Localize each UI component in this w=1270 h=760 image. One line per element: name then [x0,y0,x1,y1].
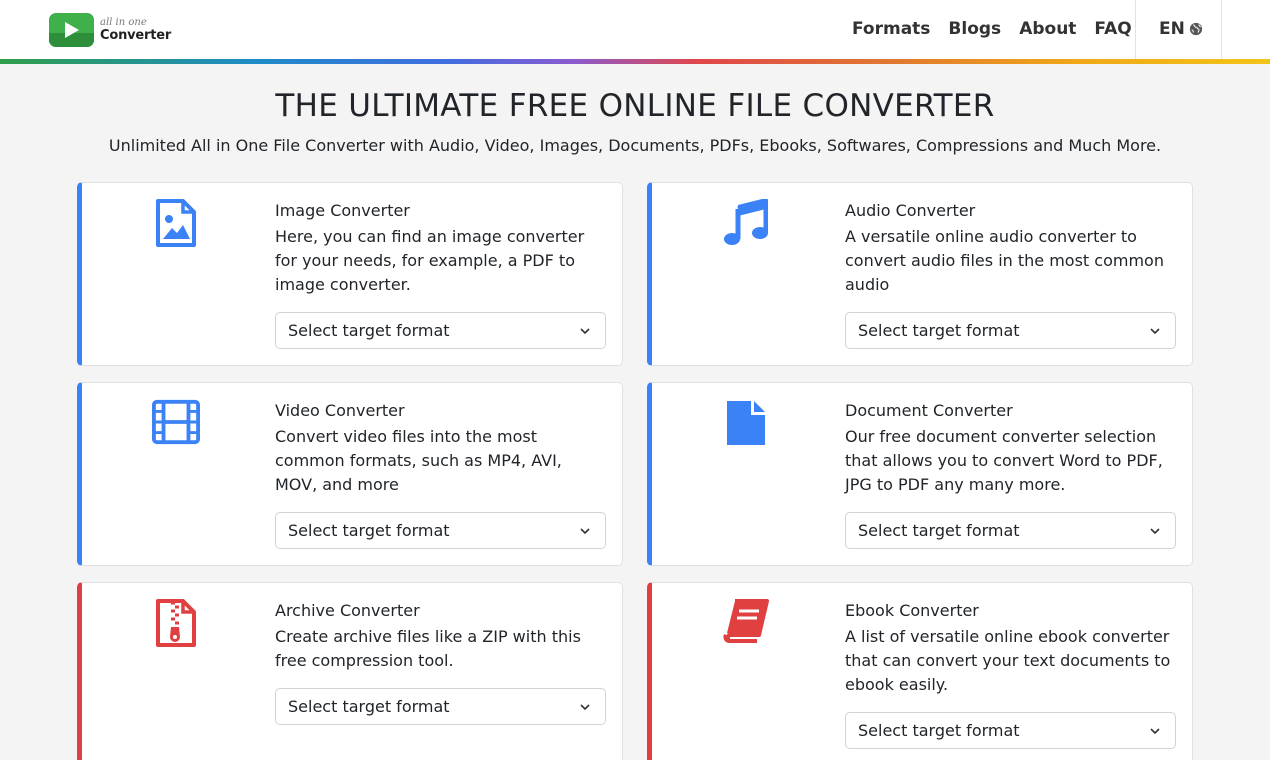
target-format-select-audio[interactable]: Select target format [845,312,1176,349]
music-icon [722,199,770,247]
target-format-select-image[interactable]: Select target format [275,312,606,349]
card-document-converter: Document Converter Our free document con… [647,382,1193,566]
card-image-converter: Image Converter Here, you can find an im… [77,182,623,366]
card-description: Our free document converter selection th… [845,427,1163,494]
nav-divider [1135,0,1136,59]
nav-formats[interactable]: Formats [852,19,930,39]
target-format-select-archive[interactable]: Select target format [275,688,606,725]
brand-tagline: all in one [100,17,147,28]
chevron-down-icon [580,528,590,535]
rainbow-bar [0,59,1270,64]
card-title: Archive Converter [275,601,420,620]
select-placeholder: Select target format [288,697,450,716]
navbar: all in one Converter Formats Blogs About… [0,0,1270,59]
language-label: EN [1159,19,1185,39]
card-title: Document Converter [845,401,1013,420]
card-title: Video Converter [275,401,405,420]
image-file-icon [152,199,200,247]
globe-icon [1189,22,1202,36]
nav-faq[interactable]: FAQ [1094,19,1131,39]
card-description: A versatile online audio converter to co… [845,227,1164,294]
select-placeholder: Select target format [858,521,1020,540]
card-description: Convert video files into the most common… [275,427,562,494]
chevron-down-icon [580,328,590,335]
card-video-converter: Video Converter Convert video files into… [77,382,623,566]
select-placeholder: Select target format [858,721,1020,740]
brand-logo[interactable]: all in one Converter [49,13,179,49]
select-placeholder: Select target format [858,321,1020,340]
select-placeholder: Select target format [288,521,450,540]
target-format-select-ebook[interactable]: Select target format [845,712,1176,749]
page-subtitle: Unlimited All in One File Converter with… [108,136,1162,155]
target-format-select-document[interactable]: Select target format [845,512,1176,549]
language-selector[interactable]: EN [1159,19,1203,39]
page-title: THE ULTIMATE FREE ONLINE FILE CONVERTER [275,88,995,124]
card-ebook-converter: Ebook Converter A list of versatile onli… [647,582,1193,760]
chevron-down-icon [580,704,590,711]
card-archive-converter: Archive Converter Create archive files l… [77,582,623,760]
card-description: Create archive files like a ZIP with thi… [275,627,581,670]
chevron-down-icon [1150,528,1160,535]
brand-name: Converter [100,28,172,43]
target-format-select-video[interactable]: Select target format [275,512,606,549]
nav-links: Formats Blogs About FAQ [852,19,1150,39]
nav-about[interactable]: About [1019,19,1076,39]
nav-blogs[interactable]: Blogs [948,19,1001,39]
nav-divider-right [1221,0,1222,59]
card-title: Audio Converter [845,201,976,220]
document-icon [722,399,770,447]
select-placeholder: Select target format [288,321,450,340]
chevron-down-icon [1150,728,1160,735]
card-description: Here, you can find an image converter fo… [275,227,585,294]
play-logo-icon [49,13,94,47]
chevron-down-icon [1150,328,1160,335]
zip-file-icon [152,599,200,647]
card-title: Image Converter [275,201,410,220]
book-icon [722,599,770,647]
card-description: A list of versatile online ebook convert… [845,627,1171,694]
card-audio-converter: Audio Converter A versatile online audio… [647,182,1193,366]
film-icon [152,399,200,447]
card-title: Ebook Converter [845,601,979,620]
